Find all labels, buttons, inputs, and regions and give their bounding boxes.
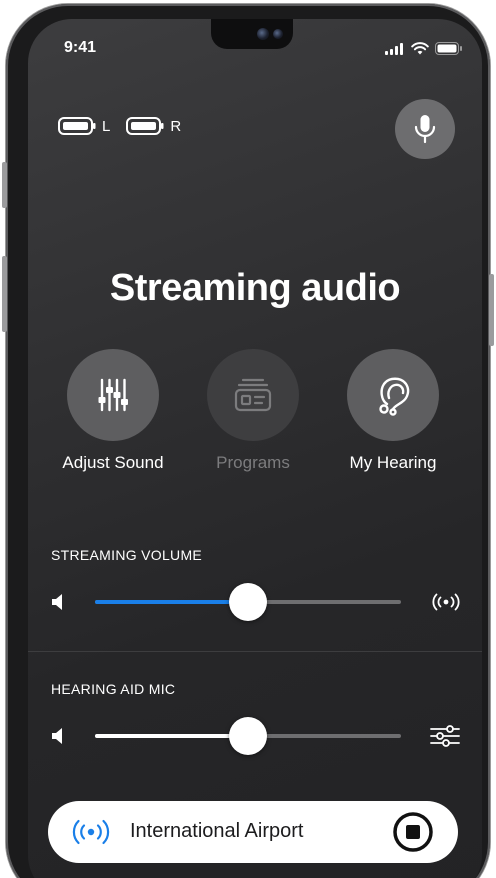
my-hearing-circle[interactable]	[347, 349, 439, 441]
section-divider	[28, 651, 482, 652]
streaming-volume-row	[51, 582, 461, 622]
hearing-aid-mic-row	[51, 716, 461, 756]
broadcast-source-icon	[72, 819, 110, 845]
programs-label: Programs	[216, 453, 290, 472]
right-battery-icon	[126, 117, 164, 135]
hearing-aid-mic-label: HEARING AID MIC	[51, 681, 176, 697]
adjust-sound-label: Adjust Sound	[62, 453, 164, 472]
streaming-volume-fill	[95, 600, 248, 604]
app-screen: 9:41 L R Streaming audio Adjust Sound Pr…	[28, 19, 482, 878]
hearing-aid-mic-slider[interactable]	[95, 717, 401, 755]
status-time: 9:41	[64, 39, 97, 56]
microphone-icon	[414, 115, 436, 144]
streaming-volume-thumb[interactable]	[229, 583, 267, 621]
programs-button[interactable]: Programs	[193, 349, 313, 473]
hearing-aid-battery-status: L R	[58, 117, 181, 135]
ear-icon	[379, 377, 410, 416]
wifi-icon	[411, 42, 429, 55]
left-aid-battery: L	[58, 117, 110, 135]
cellular-signal-icon	[385, 42, 403, 55]
phone-power-button	[489, 274, 494, 346]
my-hearing-label: My Hearing	[349, 453, 437, 472]
hearing-aid-mic-thumb[interactable]	[229, 717, 267, 755]
now-playing-source: International Airport	[130, 820, 304, 842]
streaming-volume-label: STREAMING VOLUME	[51, 547, 203, 563]
microphone-button[interactable]	[395, 99, 455, 159]
stop-streaming-icon[interactable]	[392, 811, 434, 853]
hearing-aid-mic-fill	[95, 734, 248, 738]
left-battery-icon	[58, 117, 96, 135]
adjust-sound-circle[interactable]	[67, 349, 159, 441]
programs-circle[interactable]	[207, 349, 299, 441]
left-aid-label: L	[102, 117, 111, 135]
page-title: Streaming audio	[109, 267, 401, 309]
phone-mute-switch	[2, 162, 7, 208]
right-aid-label: R	[170, 117, 182, 135]
front-sensor	[273, 29, 283, 39]
my-hearing-button[interactable]: My Hearing	[333, 349, 453, 473]
adjust-sound-button[interactable]: Adjust Sound	[53, 349, 173, 473]
mixer-settings-icon[interactable]	[429, 725, 461, 747]
battery-icon	[435, 42, 462, 55]
right-aid-battery: R	[126, 117, 181, 135]
now-playing-bar[interactable]: International Airport	[48, 801, 458, 863]
speaker-icon[interactable]	[51, 593, 67, 611]
sliders-icon	[98, 378, 128, 412]
phone-volume-button	[2, 256, 7, 332]
phone-frame: 9:41 L R Streaming audio Adjust Sound Pr…	[2, 4, 494, 878]
streaming-broadcast-icon[interactable]	[431, 593, 461, 611]
mic-speaker-icon[interactable]	[51, 727, 67, 745]
programs-icon	[234, 378, 272, 412]
streaming-volume-slider[interactable]	[95, 583, 401, 621]
status-bar: 9:41	[28, 39, 482, 59]
